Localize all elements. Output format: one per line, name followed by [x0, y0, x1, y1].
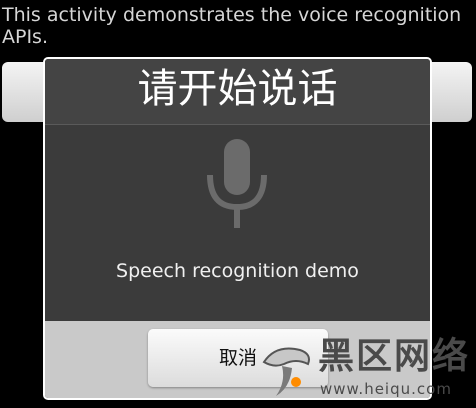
microphone-icon: [205, 139, 269, 233]
dialog-title: 请开始说话: [137, 66, 338, 112]
screen: This activity demonstrates the voice rec…: [0, 0, 476, 408]
watermark-logo-icon: [262, 347, 310, 396]
watermark-text: 黑区网络: [318, 336, 471, 377]
watermark: 黑区网络 www.heiqu.com: [256, 336, 476, 408]
dialog-message: Speech recognition demo: [116, 260, 359, 282]
dialog-header: 请开始说话: [45, 59, 430, 125]
activity-description: This activity demonstrates the voice rec…: [2, 4, 462, 48]
watermark-url: www.heiqu.com: [320, 380, 452, 398]
